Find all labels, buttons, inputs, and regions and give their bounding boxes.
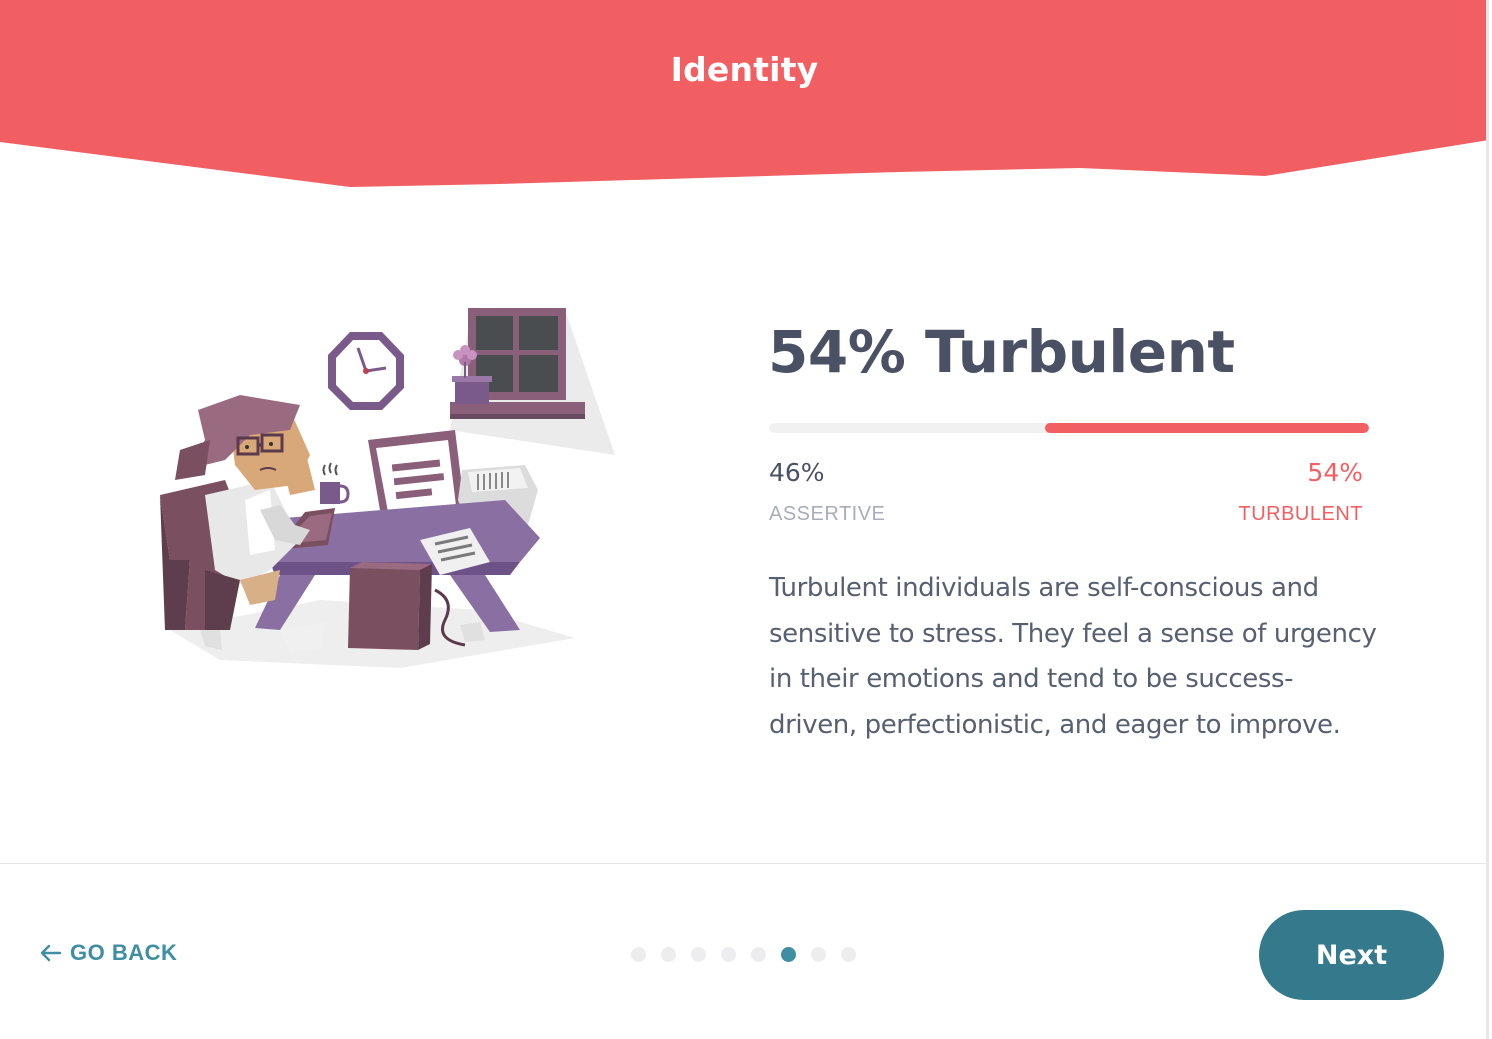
- pagination-dot[interactable]: [721, 947, 736, 962]
- go-back-link[interactable]: GO BACK: [40, 940, 177, 966]
- pagination-dot-active[interactable]: [781, 947, 796, 962]
- footer-divider: [0, 863, 1486, 864]
- pagination-dot[interactable]: [631, 947, 646, 962]
- pagination-dot[interactable]: [661, 947, 676, 962]
- result-title: 54% Turbulent: [768, 318, 1235, 386]
- pagination-dot[interactable]: [751, 947, 766, 962]
- trait-description: Turbulent individuals are self-conscious…: [769, 573, 1377, 740]
- turbulent-percent: 54%: [1307, 458, 1363, 487]
- page-title: Identity: [670, 50, 819, 89]
- assertive-percent: 46%: [769, 458, 825, 487]
- pagination-dots: [631, 947, 871, 962]
- assertive-label: ASSERTIVE: [769, 503, 886, 525]
- stressed-person-illustration: [150, 300, 630, 680]
- next-button[interactable]: Next: [1259, 910, 1444, 1000]
- trait-progress-fill: [1045, 423, 1369, 433]
- go-back-label: GO BACK: [70, 940, 178, 965]
- pagination-dot[interactable]: [841, 947, 856, 962]
- arrow-left-icon: [40, 944, 62, 962]
- pagination-dot[interactable]: [691, 947, 706, 962]
- turbulent-label: TURBULENT: [1238, 503, 1363, 525]
- header-banner: Identity: [0, 0, 1486, 190]
- header-wave-shape: [0, 0, 1486, 187]
- results-card: Identity 54% Turbulent 46% 54% ASSERTIVE…: [0, 0, 1489, 1039]
- pagination-dot[interactable]: [811, 947, 826, 962]
- trait-progress-bar: [769, 423, 1369, 433]
